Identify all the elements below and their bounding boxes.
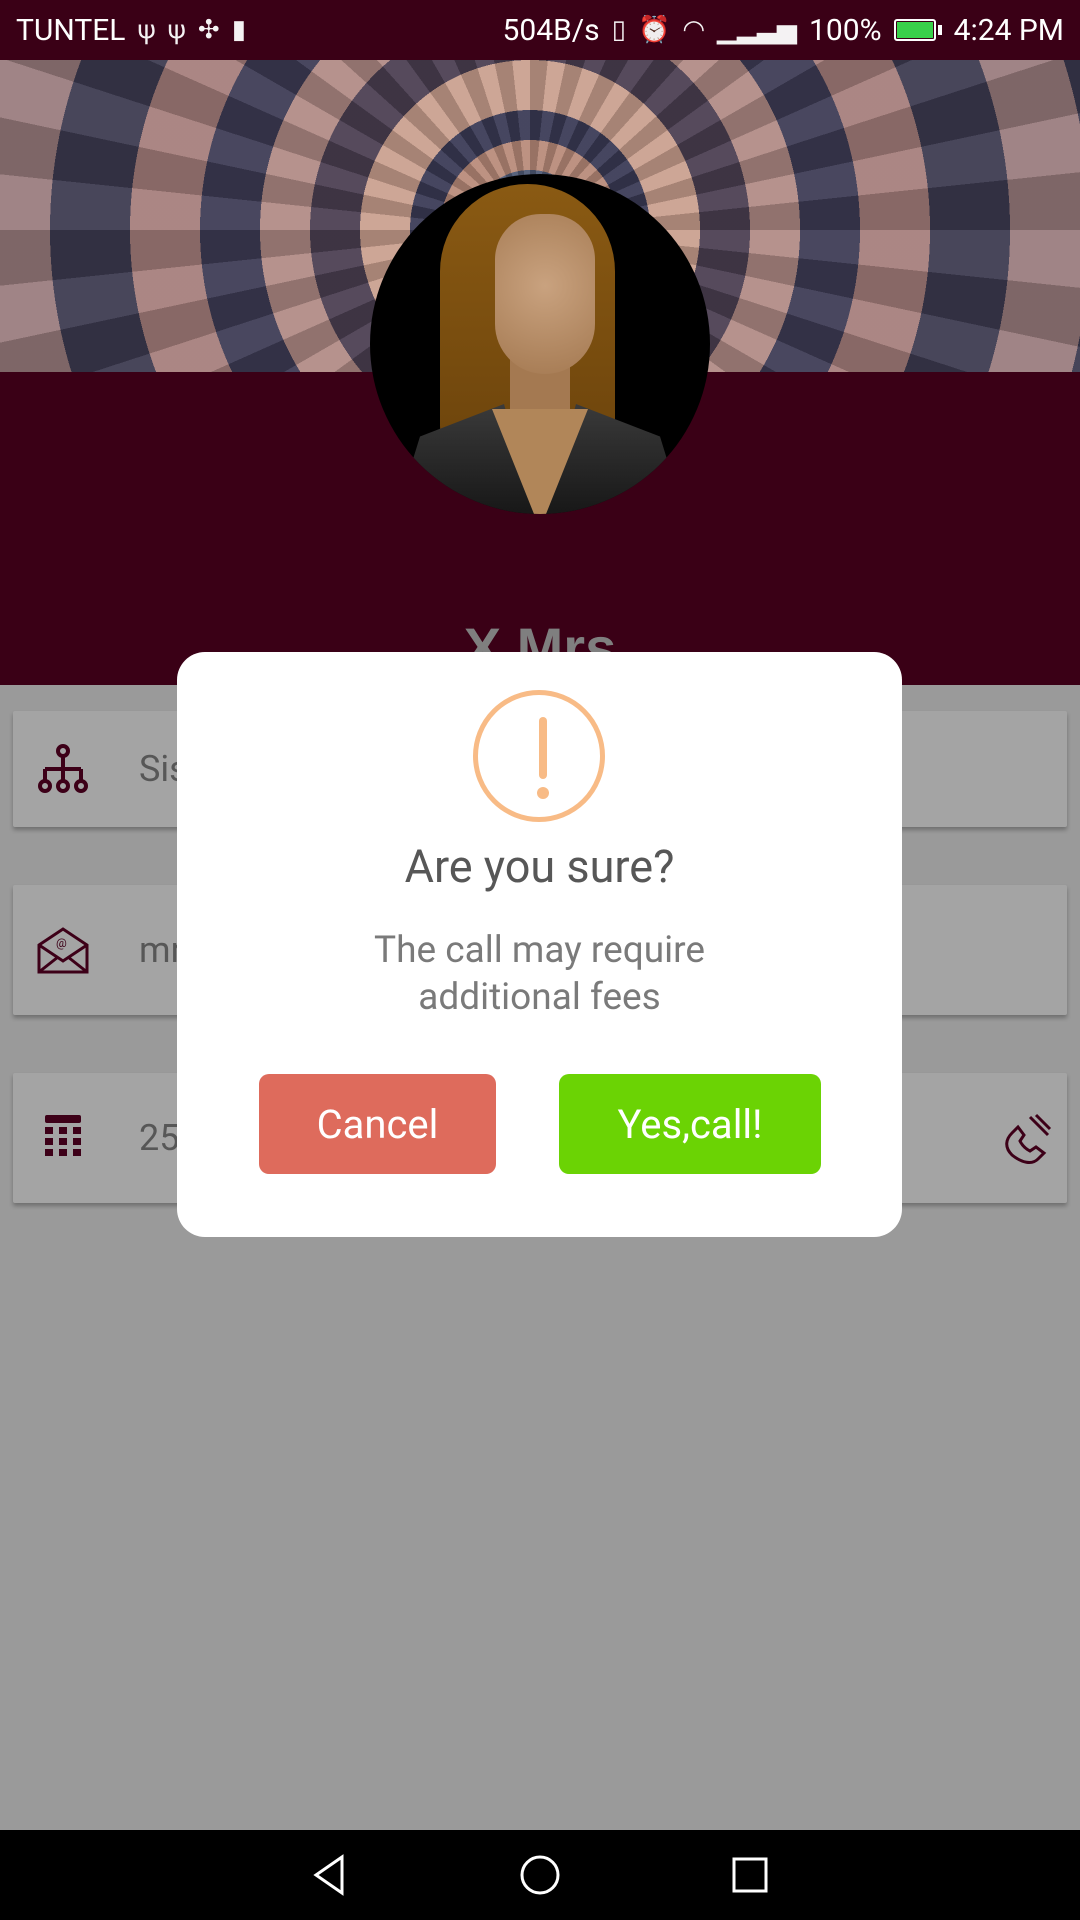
battery-icon bbox=[893, 19, 942, 41]
dialog-message-line1: The call may require bbox=[374, 929, 705, 972]
battery-percent: 100% bbox=[809, 12, 882, 48]
svg-text:@: @ bbox=[56, 936, 67, 950]
phone-text: 25 bbox=[139, 1117, 180, 1159]
carrier-label: TUNTEL bbox=[16, 12, 126, 48]
call-icon[interactable] bbox=[997, 1108, 1057, 1168]
cancel-button[interactable]: Cancel bbox=[259, 1074, 496, 1174]
profile-header: X Mrs bbox=[0, 60, 1080, 685]
org-chart-icon bbox=[35, 741, 91, 797]
back-icon[interactable] bbox=[300, 1845, 360, 1905]
dialog-message-line2: additional fees bbox=[418, 976, 661, 1019]
usb-icon: ψ bbox=[167, 15, 186, 45]
status-right: 504B/s ▯ ⏰ ◠ ▁▂▃▅ 100% 4:24 PM bbox=[503, 13, 1064, 48]
dialog-title: Are you sure? bbox=[404, 840, 675, 893]
status-bar: TUNTEL ψ ψ ✣ ▮ 504B/s ▯ ⏰ ◠ ▁▂▃▅ 100% 4:… bbox=[0, 0, 1080, 60]
confirm-dialog: Are you sure? The call may require addit… bbox=[177, 652, 902, 1237]
alarm-icon: ⏰ bbox=[637, 15, 671, 45]
status-left: TUNTEL ψ ψ ✣ ▮ bbox=[16, 13, 246, 48]
lock-icon: ▮ bbox=[231, 15, 246, 45]
vibrate-icon: ▯ bbox=[611, 15, 626, 45]
wifi-icon: ◠ bbox=[682, 15, 706, 45]
home-icon[interactable] bbox=[510, 1845, 570, 1905]
usb-icon: ψ bbox=[137, 15, 156, 45]
sync-icon: ✣ bbox=[197, 15, 220, 45]
dialog-message: The call may require additional fees bbox=[177, 927, 902, 1021]
net-speed: 504B/s bbox=[502, 12, 600, 48]
recents-icon[interactable] bbox=[720, 1845, 780, 1905]
phone-icon bbox=[35, 1110, 91, 1166]
warning-icon bbox=[473, 690, 605, 822]
avatar bbox=[370, 174, 710, 514]
confirm-call-button[interactable]: Yes,call! bbox=[559, 1074, 821, 1174]
clock: 4:24 PM bbox=[953, 12, 1064, 48]
signal-icon: ▁▂▃▅ bbox=[717, 15, 798, 45]
email-icon: @ bbox=[35, 922, 91, 978]
system-nav-bar bbox=[0, 1830, 1080, 1920]
